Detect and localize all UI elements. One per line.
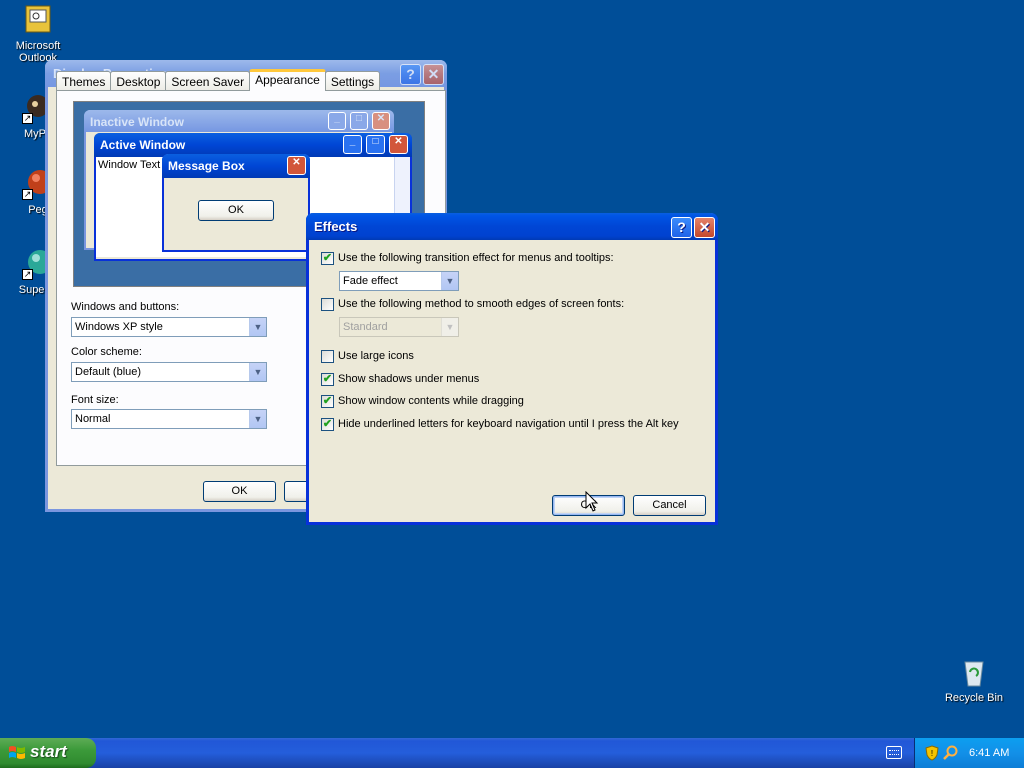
preview-msgbox-title: Message Box bbox=[168, 159, 245, 173]
font-size-select[interactable]: Normal ▼ bbox=[71, 409, 267, 429]
color-scheme-select[interactable]: Default (blue) ▼ bbox=[71, 362, 267, 382]
preview-message-box: Message Box ✕ OK bbox=[162, 154, 310, 252]
option-drag-contents[interactable]: ✔ Show window contents while dragging bbox=[321, 394, 524, 408]
checkbox-checked[interactable]: ✔ bbox=[321, 417, 334, 431]
mouse-cursor-icon bbox=[585, 491, 599, 512]
transition-effect-value: Fade effect bbox=[343, 275, 398, 287]
chevron-down-icon[interactable]: ▼ bbox=[249, 363, 266, 381]
option-label: Use the following method to smooth edges… bbox=[338, 298, 625, 310]
option-transition-effect[interactable]: ✔ Use the following transition effect fo… bbox=[321, 251, 614, 265]
effects-dialog: Effects ? ✕ ✔ Use the following transiti… bbox=[306, 213, 718, 525]
option-hide-underlines[interactable]: ✔ Hide underlined letters for keyboard n… bbox=[321, 417, 679, 431]
checkbox-checked[interactable]: ✔ bbox=[321, 372, 334, 386]
checkbox-unchecked[interactable] bbox=[321, 349, 334, 363]
smoothing-method-select: Standard ▼ bbox=[339, 317, 459, 337]
checkbox-unchecked[interactable] bbox=[321, 297, 334, 311]
maximize-icon: □ bbox=[350, 112, 368, 130]
chevron-down-icon[interactable]: ▼ bbox=[249, 410, 266, 428]
outlook-icon bbox=[22, 4, 54, 36]
transition-effect-select[interactable]: Fade effect ▼ bbox=[339, 271, 459, 291]
close-icon: ✕ bbox=[287, 156, 306, 175]
tab-desktop[interactable]: Desktop bbox=[110, 71, 167, 91]
security-shield-icon[interactable]: ! bbox=[925, 745, 939, 761]
option-smooth-edges[interactable]: Use the following method to smooth edges… bbox=[321, 297, 624, 311]
font-size-label: Font size: bbox=[71, 394, 119, 406]
preview-window-text: Window Text bbox=[98, 159, 161, 171]
option-label: Use large icons bbox=[338, 350, 414, 362]
minimize-icon: _ bbox=[328, 112, 346, 130]
shortcut-arrow-icon: ↗ bbox=[22, 269, 33, 280]
clock[interactable]: 6:41 AM bbox=[969, 747, 1009, 759]
option-label: Hide underlined letters for keyboard nav… bbox=[338, 418, 679, 430]
desktop-icon-outlook[interactable]: Microsoft Outlook bbox=[0, 4, 76, 64]
option-label: Show window contents while dragging bbox=[338, 395, 524, 407]
checkbox-checked[interactable]: ✔ bbox=[321, 394, 334, 408]
windows-logo-icon bbox=[9, 746, 25, 759]
close-button[interactable]: ✕ bbox=[423, 64, 444, 85]
smoothing-method-value: Standard bbox=[343, 321, 388, 333]
windows-buttons-label: Windows and buttons: bbox=[71, 301, 180, 313]
tab-appearance[interactable]: Appearance bbox=[249, 69, 326, 91]
keyboard-icon[interactable] bbox=[886, 746, 902, 759]
effects-titlebar[interactable]: Effects ? ✕ bbox=[306, 213, 718, 240]
close-icon: ✕ bbox=[389, 135, 408, 154]
taskbar: start ! 6:41 AM bbox=[0, 738, 1024, 768]
chevron-down-icon[interactable]: ▼ bbox=[249, 318, 266, 336]
option-label: Use the following transition effect for … bbox=[338, 252, 614, 264]
option-large-icons[interactable]: Use large icons bbox=[321, 349, 414, 363]
chevron-down-icon: ▼ bbox=[441, 318, 458, 336]
font-size-value: Normal bbox=[75, 413, 111, 425]
start-button[interactable]: start bbox=[0, 738, 96, 768]
start-label: start bbox=[30, 742, 67, 761]
color-scheme-value: Default (blue) bbox=[75, 366, 142, 378]
recycle-bin-icon bbox=[958, 656, 990, 688]
tab-themes[interactable]: Themes bbox=[56, 71, 112, 91]
preview-active-title: Active Window bbox=[100, 138, 186, 152]
preview-inactive-title: Inactive Window bbox=[90, 115, 184, 129]
maximize-icon: □ bbox=[366, 135, 385, 154]
effects-title: Effects bbox=[314, 219, 358, 234]
shortcut-arrow-icon: ↗ bbox=[22, 113, 33, 124]
color-scheme-label: Color scheme: bbox=[71, 346, 142, 358]
shortcut-arrow-icon: ↗ bbox=[22, 189, 33, 200]
checkbox-checked[interactable]: ✔ bbox=[321, 251, 334, 265]
option-label: Show shadows under menus bbox=[338, 373, 480, 385]
desktop-icon-label: Recycle Bin bbox=[944, 692, 1004, 704]
search-icon[interactable] bbox=[943, 745, 959, 761]
close-button[interactable]: ✕ bbox=[694, 217, 715, 238]
system-tray: ! 6:41 AM bbox=[914, 738, 1024, 768]
help-button[interactable]: ? bbox=[400, 64, 421, 85]
close-icon: ✕ bbox=[372, 112, 390, 130]
minimize-icon: _ bbox=[343, 135, 362, 154]
tab-screen-saver[interactable]: Screen Saver bbox=[165, 71, 251, 91]
windows-buttons-value: Windows XP style bbox=[75, 321, 163, 333]
windows-buttons-select[interactable]: Windows XP style ▼ bbox=[71, 317, 267, 337]
svg-text:!: ! bbox=[931, 749, 933, 758]
chevron-down-icon[interactable]: ▼ bbox=[441, 272, 458, 290]
tab-strip: Themes Desktop Screen Saver Appearance S… bbox=[56, 69, 381, 91]
effects-cancel-button[interactable]: Cancel bbox=[633, 495, 706, 516]
help-button[interactable]: ? bbox=[671, 217, 692, 238]
ok-button[interactable]: OK bbox=[203, 481, 276, 502]
desktop-icon-recycle-bin[interactable]: Recycle Bin bbox=[936, 656, 1012, 704]
preview-msgbox-ok-button: OK bbox=[198, 200, 274, 221]
option-menu-shadows[interactable]: ✔ Show shadows under menus bbox=[321, 372, 479, 386]
tab-settings[interactable]: Settings bbox=[324, 71, 381, 91]
